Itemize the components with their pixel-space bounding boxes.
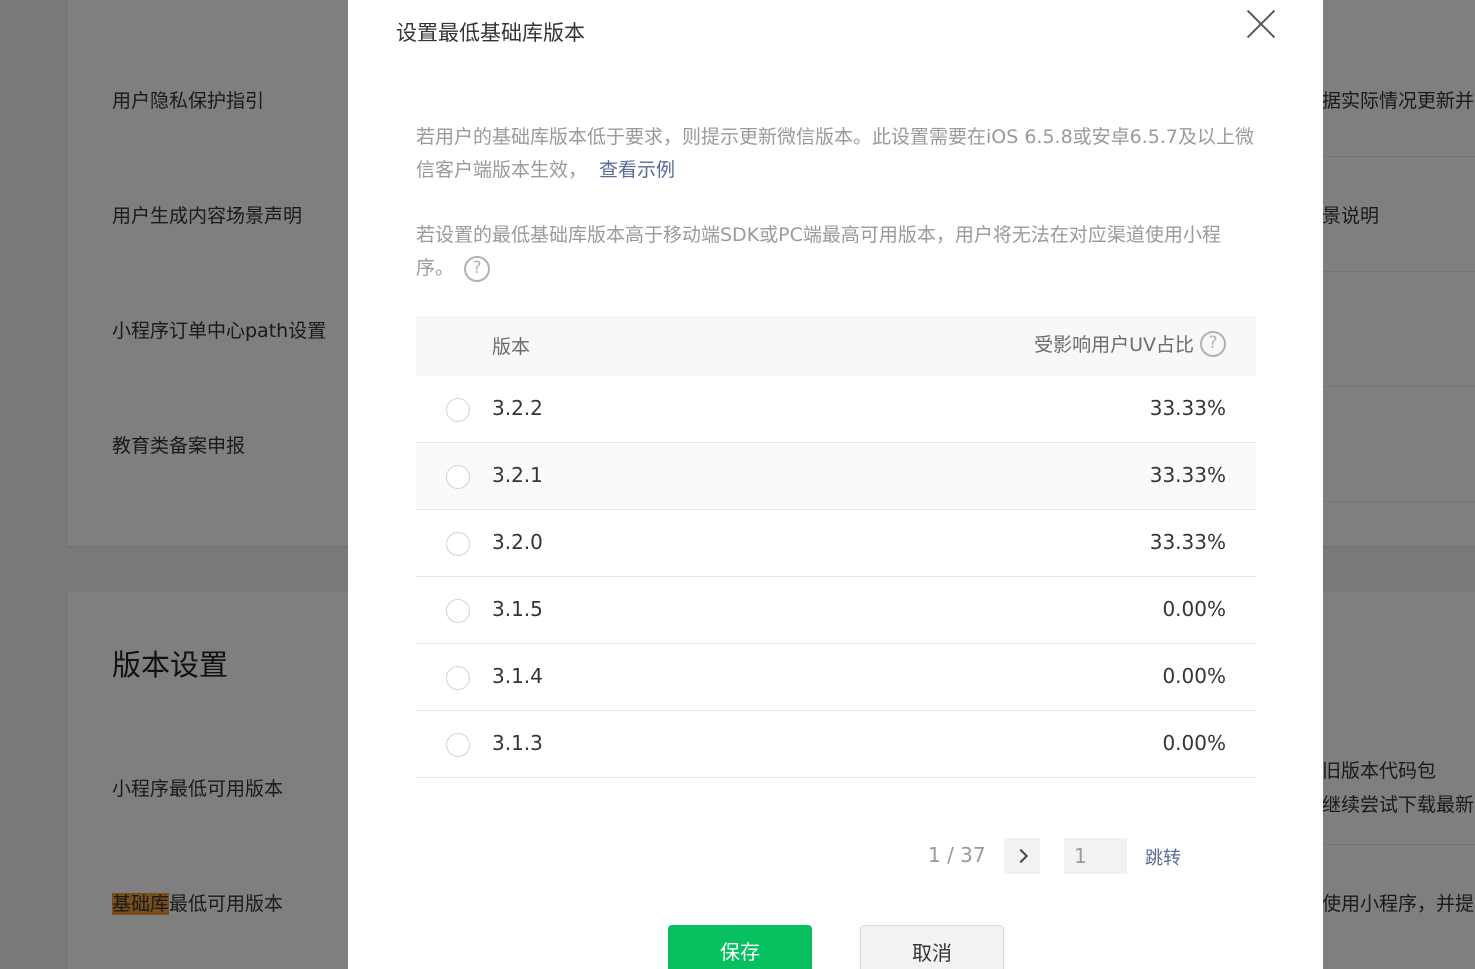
version-radio[interactable] — [446, 599, 470, 623]
uv-ratio: 0.00% — [1162, 664, 1226, 688]
page-number-input[interactable] — [1064, 838, 1127, 874]
column-header-uv: 受影响用户UV占比? — [1034, 330, 1226, 357]
column-header-version: 版本 — [492, 336, 531, 358]
uv-ratio: 0.00% — [1162, 731, 1226, 755]
close-icon[interactable] — [1244, 7, 1278, 41]
version-table: 版本 受影响用户UV占比? 3.2.2 33.33% 3.2.1 33.33% … — [416, 316, 1256, 778]
uv-ratio: 33.33% — [1149, 463, 1226, 487]
pagination: 1 / 37 跳转 — [348, 837, 1323, 874]
cancel-button[interactable]: 取消 — [860, 925, 1004, 969]
table-row[interactable]: 3.2.2 33.33% — [416, 376, 1256, 443]
version-value: 3.1.4 — [492, 664, 543, 688]
uv-ratio: 33.33% — [1149, 396, 1226, 420]
help-icon[interactable]: ? — [1200, 330, 1226, 357]
view-example-link[interactable]: 查看示例 — [599, 159, 675, 181]
uv-ratio: 0.00% — [1162, 597, 1226, 621]
jump-link[interactable]: 跳转 — [1145, 844, 1181, 870]
column-header-uv-label: 受影响用户UV占比 — [1034, 334, 1194, 356]
page-indicator: 1 / 37 — [928, 843, 986, 867]
version-radio[interactable] — [446, 666, 470, 690]
table-header: 版本 受影响用户UV占比? — [416, 316, 1256, 376]
version-radio[interactable] — [446, 532, 470, 556]
version-radio[interactable] — [446, 398, 470, 422]
description-text: 若用户的基础库版本低于要求，则提示更新微信版本。此设置需要在iOS 6.5.8或… — [416, 126, 1255, 181]
dialog-description-1: 若用户的基础库版本低于要求，则提示更新微信版本。此设置需要在iOS 6.5.8或… — [416, 121, 1256, 187]
dialog-description-2: 若设置的最低基础库版本高于移动端SDK或PC端最高可用版本，用户将无法在对应渠道… — [416, 219, 1256, 285]
table-row[interactable]: 3.2.1 33.33% — [416, 443, 1256, 510]
table-row[interactable]: 3.1.5 0.00% — [416, 577, 1256, 644]
set-min-lib-version-dialog: 设置最低基础库版本 若用户的基础库版本低于要求，则提示更新微信版本。此设置需要在… — [348, 0, 1323, 969]
uv-ratio: 33.33% — [1149, 530, 1226, 554]
description-text: 若设置的最低基础库版本高于移动端SDK或PC端最高可用版本，用户将无法在对应渠道… — [416, 224, 1221, 279]
dialog-title: 设置最低基础库版本 — [396, 21, 585, 45]
version-radio[interactable] — [446, 465, 470, 489]
next-page-button[interactable] — [1004, 838, 1040, 874]
version-value: 3.2.0 — [492, 530, 543, 554]
version-value: 3.1.5 — [492, 597, 543, 621]
save-button[interactable]: 保存 — [668, 925, 812, 969]
table-row[interactable]: 3.2.0 33.33% — [416, 510, 1256, 577]
version-value: 3.1.3 — [492, 731, 543, 755]
help-icon[interactable]: ? — [464, 255, 491, 282]
table-row[interactable]: 3.1.3 0.00% — [416, 711, 1256, 778]
version-value: 3.2.2 — [492, 396, 543, 420]
version-value: 3.2.1 — [492, 463, 543, 487]
version-radio[interactable] — [446, 733, 470, 757]
table-row[interactable]: 3.1.4 0.00% — [416, 644, 1256, 711]
